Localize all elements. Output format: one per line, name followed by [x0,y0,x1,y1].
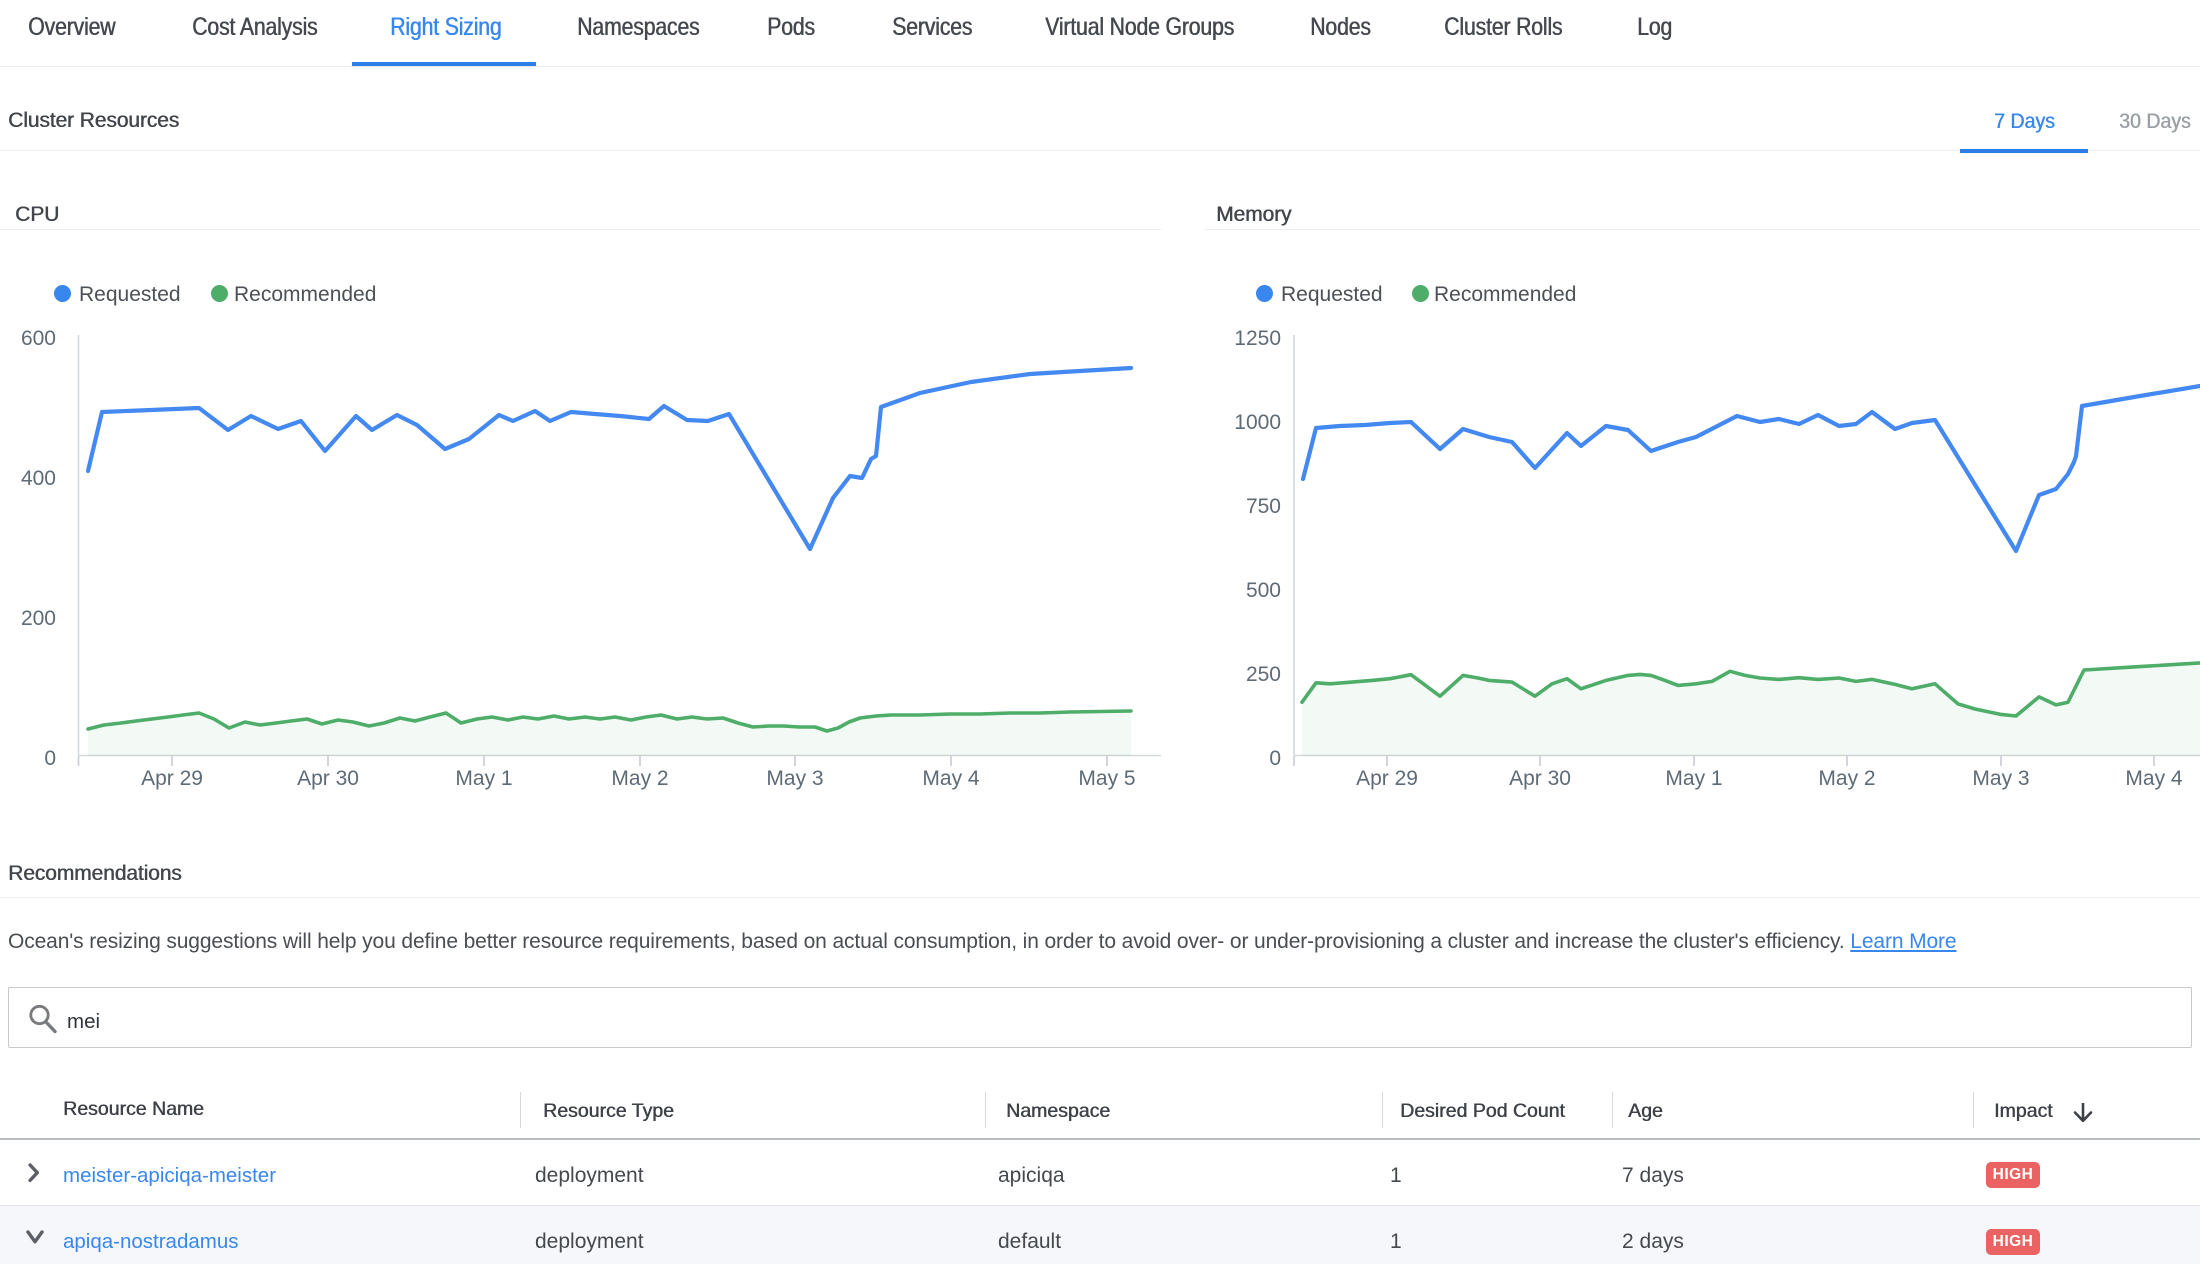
svg-text:Apr 29: Apr 29 [141,767,203,790]
svg-text:May 1: May 1 [455,767,512,790]
svg-text:May 4: May 4 [2125,767,2183,790]
svg-text:200: 200 [21,607,56,630]
svg-text:500: 500 [1246,579,1281,602]
svg-text:750: 750 [1246,495,1281,518]
svg-text:May 3: May 3 [1972,767,2029,790]
svg-text:May 1: May 1 [1665,767,1722,790]
svg-text:0: 0 [44,747,56,770]
svg-text:1250: 1250 [1234,327,1281,350]
svg-text:1000: 1000 [1234,411,1281,434]
svg-text:May 5: May 5 [1078,767,1135,790]
svg-text:250: 250 [1246,663,1281,686]
svg-text:Apr 30: Apr 30 [1509,767,1571,790]
svg-text:400: 400 [21,467,56,490]
svg-text:May 2: May 2 [1818,767,1875,790]
svg-text:May 4: May 4 [922,767,980,790]
svg-text:Apr 30: Apr 30 [297,767,359,790]
svg-text:0: 0 [1269,747,1281,770]
svg-text:May 2: May 2 [611,767,668,790]
svg-text:May 3: May 3 [766,767,823,790]
svg-text:600: 600 [21,327,56,350]
svg-text:Apr 29: Apr 29 [1356,767,1418,790]
